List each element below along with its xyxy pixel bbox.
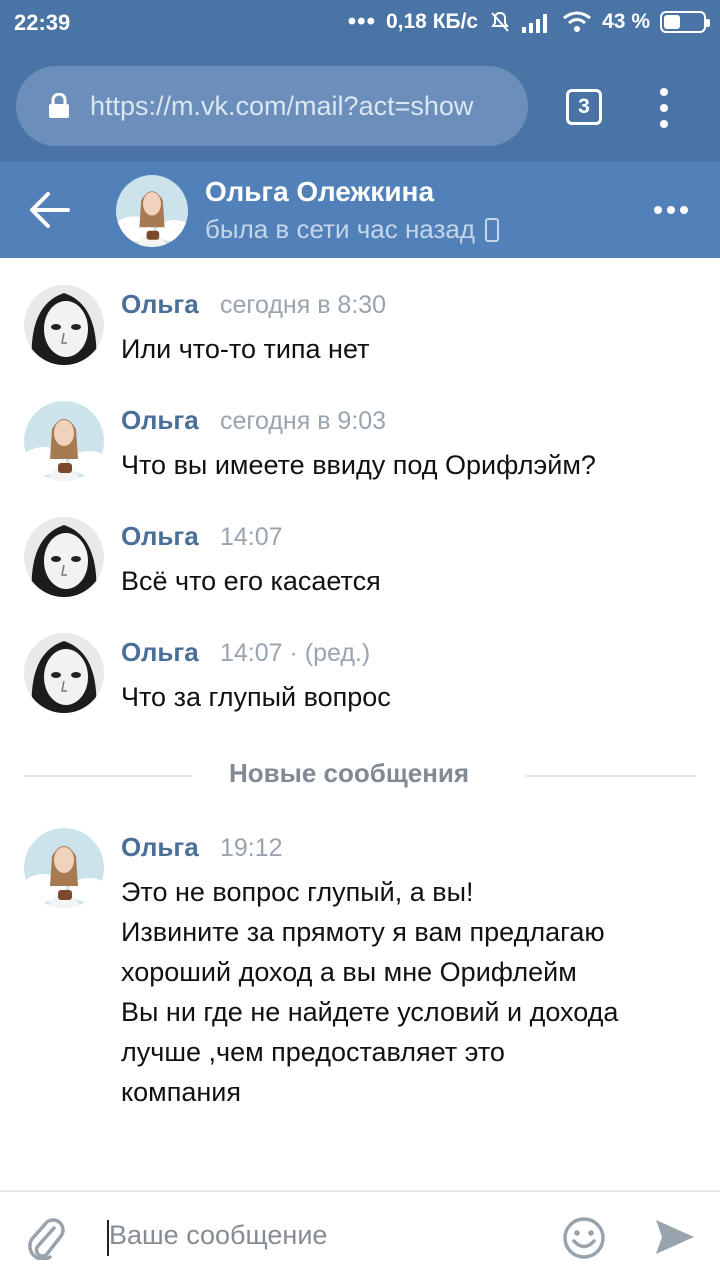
- paperclip-icon[interactable]: [24, 1214, 66, 1260]
- dot-icon: [660, 120, 668, 128]
- contact-status: была в сети час назад: [205, 214, 500, 245]
- emoji-icon[interactable]: [562, 1216, 606, 1260]
- chat-header: Ольга Олежкина была в сети час назад: [0, 162, 720, 258]
- message-text: Всё что его касается: [121, 566, 381, 596]
- message-text: Или что-то типа нет: [121, 334, 370, 364]
- notification-dots: •••: [347, 8, 376, 35]
- dot-icon: [680, 206, 688, 214]
- message-line: Это не вопрос глупый, а вы!: [121, 877, 474, 907]
- sender-name[interactable]: Ольга: [121, 289, 199, 320]
- dot-icon: [660, 88, 668, 96]
- send-icon[interactable]: [654, 1216, 696, 1258]
- status-indicators: ••• 0,18 КБ/с 43 %: [347, 8, 710, 35]
- sender-avatar[interactable]: [24, 285, 104, 365]
- browser-toolbar: https://m.vk.com/mail?act=show 3: [0, 52, 720, 162]
- sender-name[interactable]: Ольга: [121, 405, 199, 436]
- dot-icon: [667, 206, 675, 214]
- message-line: хороший доход а вы мне Орифлейм: [121, 957, 577, 987]
- signal-icon: [522, 14, 548, 33]
- battery-percent: 43 %: [602, 10, 650, 33]
- message-time: 19:12: [220, 834, 283, 862]
- back-arrow-icon[interactable]: [28, 190, 72, 230]
- status-bar: 22:39 ••• 0,18 КБ/с 43 %: [0, 0, 720, 52]
- message-line: Извините за прямоту я вам предлагаю: [121, 917, 605, 947]
- divider-line: [526, 775, 696, 777]
- message-time: сегодня в 8:30: [220, 291, 387, 319]
- browser-menu-button[interactable]: [654, 88, 674, 128]
- wifi-icon: [563, 11, 592, 32]
- sender-avatar[interactable]: [24, 517, 104, 597]
- last-seen-text: была в сети час назад: [205, 214, 476, 244]
- new-messages-divider: Новые сообщения: [24, 758, 696, 788]
- message-text: Что за глупый вопрос: [121, 682, 391, 712]
- battery-icon: [660, 11, 710, 33]
- sender-name[interactable]: Ольга: [121, 832, 199, 863]
- address-bar[interactable]: https://m.vk.com/mail?act=show: [16, 66, 528, 146]
- message-line: компания: [121, 1077, 241, 1107]
- status-time: 22:39: [14, 10, 71, 35]
- message-line: лучше ,чем предоставляет это: [121, 1037, 505, 1067]
- message-text: Это не вопрос глупый, а вы! Извините за …: [121, 872, 701, 1112]
- dot-icon: [654, 206, 662, 214]
- tab-switcher-button[interactable]: 3: [566, 89, 602, 125]
- message-input[interactable]: Ваше сообщение: [109, 1220, 327, 1251]
- mute-icon: [491, 11, 509, 32]
- sender-name[interactable]: Ольга: [121, 521, 199, 552]
- message-time: 14:07 · (ред.): [220, 639, 371, 667]
- message-time: сегодня в 9:03: [220, 407, 387, 435]
- mobile-icon: [485, 217, 500, 242]
- url-text: https://m.vk.com/mail?act=show: [90, 90, 474, 121]
- contact-name[interactable]: Ольга Олежкина: [205, 176, 434, 208]
- sender-name[interactable]: Ольга: [121, 637, 199, 668]
- message-time: 14:07: [220, 523, 283, 551]
- sender-avatar[interactable]: [24, 828, 104, 908]
- battery-level: [664, 15, 680, 29]
- dot-icon: [660, 104, 668, 112]
- divider-line: [24, 775, 192, 777]
- lock-icon: [49, 93, 69, 118]
- network-speed: 0,18 КБ/с: [385, 10, 479, 33]
- message-line: Вы ни где не найдете условий и дохода: [121, 997, 619, 1027]
- sender-avatar[interactable]: [24, 401, 104, 481]
- chat-menu-button[interactable]: [654, 206, 688, 214]
- sender-avatar[interactable]: [24, 633, 104, 713]
- message-text: Что вы имеете ввиду под Орифлэйм?: [121, 450, 596, 480]
- message-composer: Ваше сообщение: [0, 1190, 720, 1280]
- divider-label: Новые сообщения: [229, 758, 470, 788]
- contact-avatar[interactable]: [116, 175, 188, 247]
